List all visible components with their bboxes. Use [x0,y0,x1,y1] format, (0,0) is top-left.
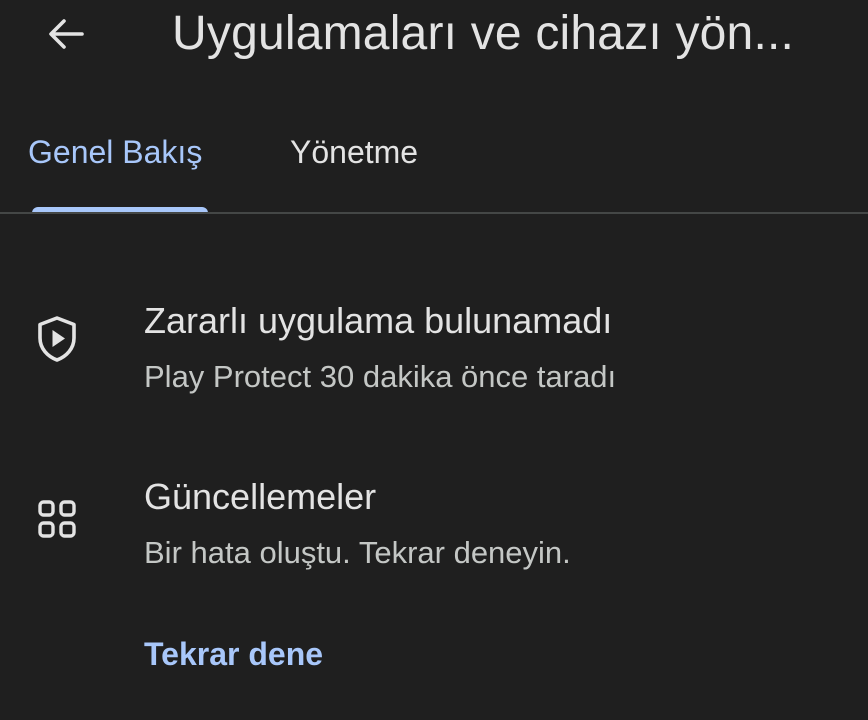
tab-manage[interactable]: Yönetme [290,130,418,174]
play-protect-item[interactable]: Zararlı uygulama bulunamadı Play Protect… [0,290,868,410]
play-protect-title: Zararlı uygulama bulunamadı [144,300,613,341]
updates-error-message: Bir hata oluştu. Tekrar deneyin. [144,535,571,570]
tab-overview[interactable]: Genel Bakış [28,130,202,174]
play-protect-status: Play Protect 30 dakika önce taradı [144,359,617,394]
tab-bar: Genel Bakış Yönetme [0,118,868,214]
updates-title: Güncellemeler [144,476,377,517]
apps-grid-icon [34,494,80,544]
top-app-bar: Uygulamaları ve cihazı yön... [0,0,868,80]
tab-divider [0,212,868,214]
page-title: Uygulamaları ve cihazı yön... [172,7,795,60]
back-button[interactable] [38,6,94,62]
arrow-left-icon [49,19,84,49]
retry-button[interactable]: Tekrar dene [144,632,323,676]
play-store-manage-screen: Uygulamaları ve cihazı yön... Genel Bakı… [0,0,868,720]
updates-item[interactable]: Güncellemeler Bir hata oluştu. Tekrar de… [0,466,868,586]
shield-play-icon [34,314,80,364]
